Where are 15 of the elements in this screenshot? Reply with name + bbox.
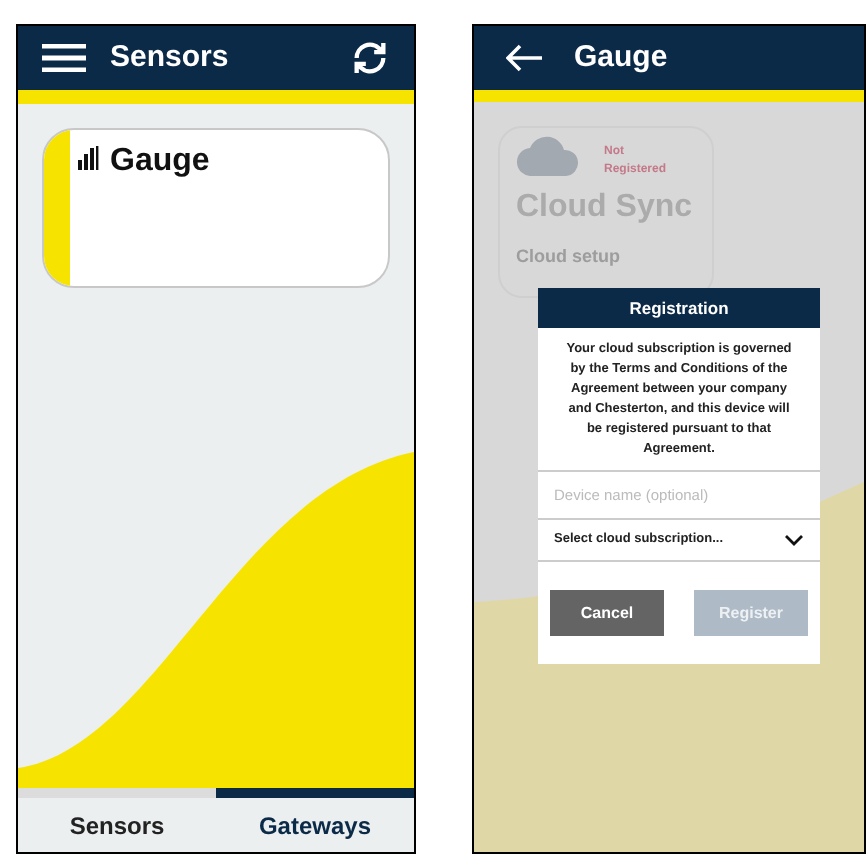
back-arrow-icon[interactable] [506,44,542,72]
cancel-button[interactable]: Cancel [550,590,664,636]
card-subtitle: Cloud setup [516,244,622,270]
dialog-title: Registration [538,288,820,328]
cloud-icon [516,136,580,176]
header-title: Sensors [110,37,231,78]
header-title: Gauge [574,37,668,78]
chevron-down-icon [784,534,804,546]
menu-icon[interactable] [42,44,86,72]
tab[interactable]: Gateways [216,798,414,852]
signal-icon [78,146,102,170]
card-title: Gauge [110,142,210,182]
tab[interactable]: Sensors [18,798,216,852]
sensor-card[interactable]: Gauge [42,128,390,288]
refresh-icon[interactable] [350,38,390,78]
